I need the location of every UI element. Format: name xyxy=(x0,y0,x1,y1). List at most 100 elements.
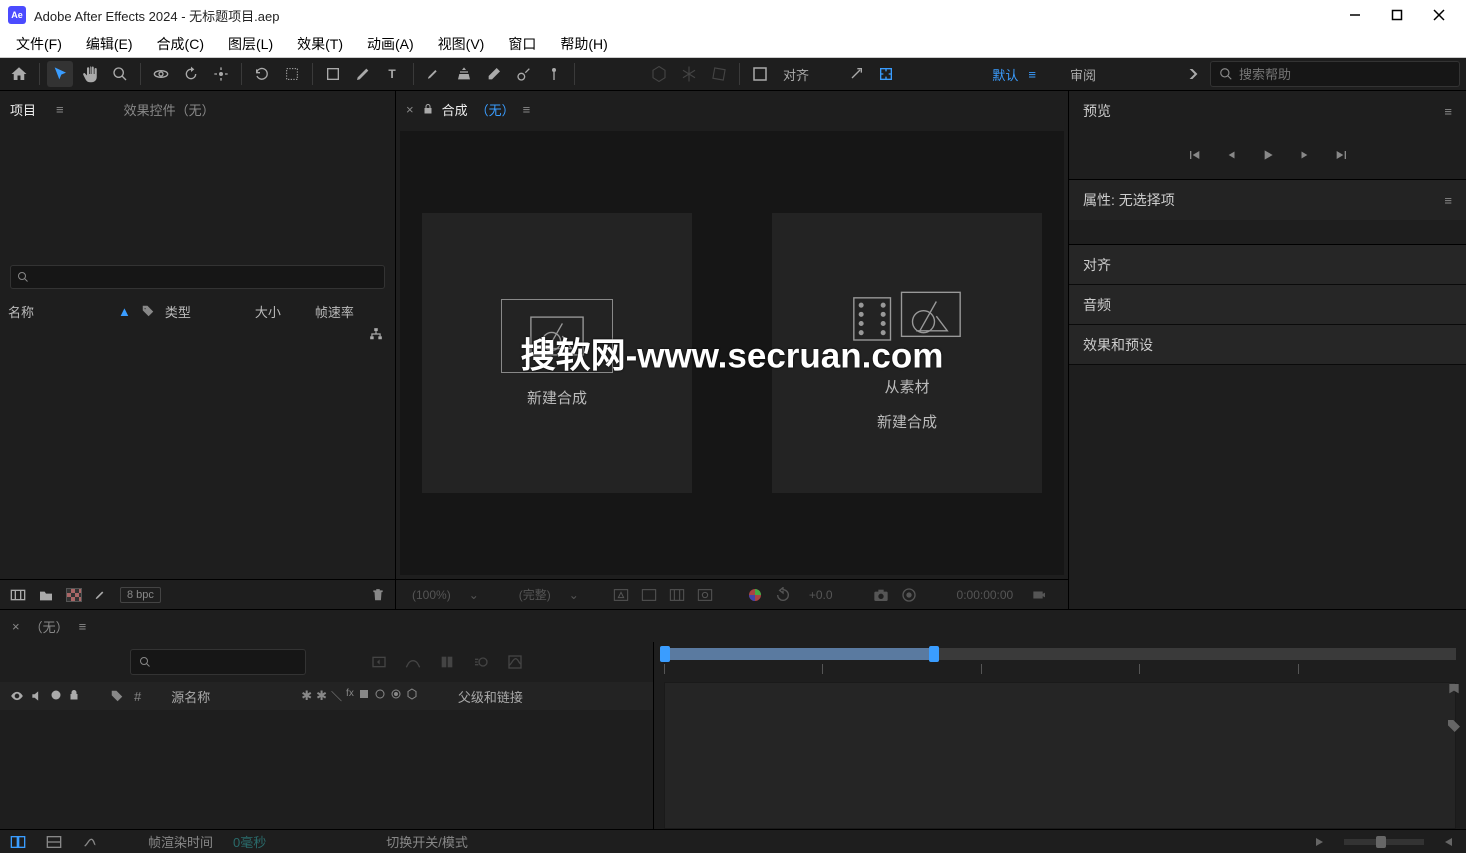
switch-icon[interactable]: fx xyxy=(346,688,354,704)
timeline-menu-icon[interactable]: ≡ xyxy=(79,619,87,634)
workspace-menu-icon[interactable]: ≡ xyxy=(1028,67,1036,82)
speaker-icon[interactable] xyxy=(30,689,44,703)
timeline-search[interactable] xyxy=(130,649,306,675)
solo-icon[interactable] xyxy=(50,689,62,701)
3d-tool-3[interactable] xyxy=(706,61,732,87)
transparency-grid-icon[interactable] xyxy=(613,588,629,602)
close-button[interactable] xyxy=(1432,8,1446,22)
align-panel[interactable]: 对齐 xyxy=(1069,245,1466,285)
guides-icon[interactable] xyxy=(669,588,685,602)
switch-icon[interactable] xyxy=(358,688,370,700)
play-icon[interactable] xyxy=(1260,147,1276,163)
toggle-switches-modes[interactable]: 切换开关/模式 xyxy=(386,832,468,851)
zoom-out-icon[interactable] xyxy=(1312,836,1324,848)
brush-tool[interactable] xyxy=(421,61,447,87)
effects-presets-panel[interactable]: 效果和预设 xyxy=(1069,325,1466,365)
tab-project[interactable]: 项目 xyxy=(10,96,36,123)
work-area-end-handle[interactable] xyxy=(929,646,939,662)
col-fps[interactable]: 帧速率 xyxy=(315,302,365,321)
3d-tool-1[interactable] xyxy=(646,61,672,87)
dropdown-icon[interactable]: ⌄ xyxy=(469,588,479,602)
new-comp-from-footage-card[interactable]: 从素材 新建合成 xyxy=(772,213,1042,493)
project-menu-icon[interactable]: ≡ xyxy=(56,102,64,117)
menu-view[interactable]: 视图(V) xyxy=(426,31,497,57)
menu-composition[interactable]: 合成(C) xyxy=(145,31,216,57)
switch-icon[interactable]: ＼ xyxy=(331,688,342,704)
selection-tool[interactable] xyxy=(47,61,73,87)
menu-help[interactable]: 帮助(H) xyxy=(548,31,619,57)
new-comp-card[interactable]: 新建合成 xyxy=(422,213,692,493)
marker-icon[interactable] xyxy=(1446,682,1462,698)
toggle-icon-2[interactable] xyxy=(46,835,62,849)
puppet-pin-tool[interactable] xyxy=(541,61,567,87)
help-search-input[interactable] xyxy=(1239,67,1451,82)
snap-checkbox[interactable] xyxy=(747,61,773,87)
reset-exposure-icon[interactable] xyxy=(775,587,791,603)
motion-blur-icon[interactable] xyxy=(473,654,489,670)
tab-effect-controls[interactable]: 效果控件（无） xyxy=(124,96,215,123)
menu-animation[interactable]: 动画(A) xyxy=(355,31,426,57)
exposure-value[interactable]: +0.0 xyxy=(803,586,839,604)
snapshot-icon[interactable] xyxy=(873,588,889,602)
clone-stamp-tool[interactable] xyxy=(451,61,477,87)
switch-icon[interactable]: ✱ xyxy=(301,688,312,704)
project-search[interactable] xyxy=(10,265,385,289)
zoom-slider[interactable] xyxy=(1344,839,1424,845)
tag-side-icon[interactable] xyxy=(1446,718,1462,734)
menu-file[interactable]: 文件(F) xyxy=(4,31,74,57)
close-timeline-tab[interactable]: × xyxy=(12,619,20,634)
orbit-tool[interactable] xyxy=(148,61,174,87)
properties-menu-icon[interactable]: ≡ xyxy=(1444,193,1452,208)
label-icon[interactable] xyxy=(110,689,124,703)
switch-icon[interactable] xyxy=(390,688,402,700)
show-snapshot-icon[interactable] xyxy=(901,587,917,603)
project-search-input[interactable] xyxy=(33,270,378,285)
hand-tool[interactable] xyxy=(77,61,103,87)
timeline-tab-none[interactable]: （无） xyxy=(30,617,69,636)
work-area-bar[interactable] xyxy=(664,648,1456,660)
menu-effect[interactable]: 效果(T) xyxy=(285,31,355,57)
pan-behind-tool[interactable] xyxy=(208,61,234,87)
pen-tool[interactable] xyxy=(350,61,376,87)
timecode[interactable]: 0:00:00:00 xyxy=(951,586,1020,604)
home-button[interactable] xyxy=(6,61,32,87)
trash-icon[interactable] xyxy=(371,588,385,602)
sort-arrow-icon[interactable]: ▲ xyxy=(118,304,131,319)
rotate-tool[interactable] xyxy=(178,61,204,87)
resolution[interactable]: (完整) xyxy=(513,584,557,605)
switch-icon[interactable] xyxy=(374,688,386,700)
interpret-footage-icon[interactable] xyxy=(10,588,26,602)
snap-icon[interactable] xyxy=(843,61,869,87)
preview-menu-icon[interactable]: ≡ xyxy=(1444,104,1452,119)
timeline-search-input[interactable] xyxy=(155,655,297,670)
bit-depth[interactable]: 8 bpc xyxy=(120,587,161,603)
camera-icon[interactable] xyxy=(1031,588,1045,602)
toggle-icon-3[interactable] xyxy=(82,835,98,849)
timeline-track-area[interactable] xyxy=(664,682,1456,829)
text-tool[interactable]: T xyxy=(380,61,406,87)
work-area-start-handle[interactable] xyxy=(660,646,670,662)
zoom-level[interactable]: (100%) xyxy=(406,586,457,604)
new-comp-icon[interactable] xyxy=(66,588,82,602)
menu-window[interactable]: 窗口 xyxy=(496,31,548,57)
switch-icon[interactable] xyxy=(406,688,418,700)
timeline-ruler[interactable] xyxy=(654,642,1466,682)
toggle-icon-1[interactable] xyxy=(10,835,26,849)
shy-icon[interactable] xyxy=(405,654,421,670)
zoom-in-icon[interactable] xyxy=(1444,836,1456,848)
maximize-button[interactable] xyxy=(1390,8,1404,22)
comp-menu-icon[interactable]: ≡ xyxy=(523,102,531,117)
minimize-button[interactable] xyxy=(1348,8,1362,22)
workspace-default[interactable]: 默认 xyxy=(986,65,1024,84)
overflow-icon[interactable] xyxy=(1180,61,1206,87)
comp-tab-label[interactable]: 合成 xyxy=(442,100,468,119)
eye-icon[interactable] xyxy=(10,689,24,703)
snap-to-grid[interactable] xyxy=(873,61,899,87)
roto-brush-tool[interactable] xyxy=(511,61,537,87)
mask-icon[interactable] xyxy=(641,588,657,602)
workspace-review[interactable]: 审阅 xyxy=(1064,65,1102,84)
adjustment-icon[interactable] xyxy=(94,588,108,602)
rectangle-tool[interactable] xyxy=(320,61,346,87)
last-frame-icon[interactable] xyxy=(1334,147,1350,163)
col-name[interactable]: 名称 xyxy=(8,302,108,321)
